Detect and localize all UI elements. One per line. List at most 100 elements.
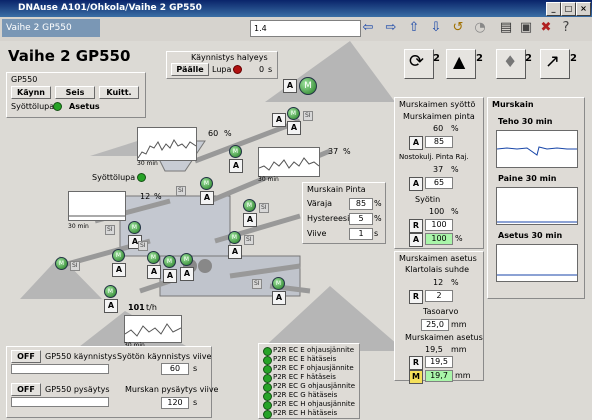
si-badge-3: SI — [259, 203, 269, 213]
hysteresis-value[interactable]: 5 — [349, 213, 373, 225]
crusher-level-panel: Murskain Pinta Väraja 85 % Hystereesi 5 … — [302, 182, 386, 244]
power-trend-chart[interactable] — [496, 130, 578, 168]
motor-8-icon[interactable]: M — [147, 251, 160, 264]
mode-a-top[interactable]: A — [283, 79, 297, 93]
set-m-badge[interactable]: M — [409, 370, 423, 384]
set-r-badge[interactable]: R — [409, 290, 423, 304]
arrow-down-icon[interactable]: ⇩ — [428, 20, 444, 36]
feed-level-label: Murskaimen pinta — [403, 112, 475, 121]
feed-a1-value[interactable]: 85 — [425, 136, 453, 148]
motor-10-icon[interactable]: M — [180, 253, 193, 266]
cycle-button[interactable]: ⟳ — [404, 49, 434, 79]
bell-button[interactable]: ♦ — [496, 49, 526, 79]
close-button[interactable]: × — [576, 2, 591, 16]
setting-trend-line — [497, 274, 577, 276]
mode-a-13[interactable]: A — [272, 291, 286, 305]
feed-a2-value[interactable]: 65 — [425, 177, 453, 189]
feed-a3-value[interactable]: 100 — [425, 233, 453, 245]
set-r-value[interactable]: 2 — [425, 290, 453, 302]
help-icon[interactable]: ? — [558, 20, 574, 36]
alarm-button[interactable]: ▲ — [446, 49, 476, 79]
motor-4-icon[interactable]: M — [243, 199, 256, 212]
limit-value[interactable]: 85 — [349, 198, 373, 210]
p2r-led-icon — [263, 410, 272, 419]
motor-2-icon[interactable]: M — [229, 145, 242, 158]
si-badge-1: SI — [303, 111, 313, 121]
mode-a-6[interactable]: A — [228, 245, 242, 259]
target-value[interactable]: 25,0 — [421, 319, 449, 331]
start-sequence-off[interactable]: OFF — [11, 350, 41, 363]
maximize-button[interactable]: □ — [561, 2, 576, 16]
limit-unit: % — [374, 199, 382, 208]
motor-1-icon[interactable]: M — [287, 107, 300, 120]
pressure-trend-chart[interactable] — [496, 187, 578, 225]
trend-chart-2[interactable] — [258, 147, 320, 177]
setting-trend-chart[interactable] — [496, 244, 578, 282]
crusher-stop-delay-value[interactable]: 120 — [161, 397, 189, 409]
motor-7-icon[interactable]: M — [112, 249, 125, 262]
motor-12-icon[interactable]: M — [104, 285, 117, 298]
mode-a-1[interactable]: A — [272, 113, 286, 127]
feed-start-delay-value[interactable]: 60 — [161, 363, 189, 375]
trend-chart-3[interactable] — [68, 191, 126, 221]
mode-a-12[interactable]: A — [104, 299, 118, 313]
mode-a-4[interactable]: A — [200, 191, 214, 205]
minimize-button[interactable]: _ — [546, 2, 561, 16]
stop-sequence-progress — [11, 397, 109, 407]
trend-chart-4[interactable] — [124, 315, 182, 343]
motor-13-icon[interactable]: M — [272, 277, 285, 290]
feed-r-badge[interactable]: R — [409, 219, 423, 233]
save-icon[interactable]: ▣ — [518, 20, 534, 36]
mode-a-3[interactable]: A — [229, 159, 243, 173]
motor-11-icon[interactable]: M — [55, 257, 68, 270]
history-icon[interactable]: ↺ — [450, 20, 466, 36]
close-view-icon[interactable]: ✖ — [538, 20, 554, 36]
view-title-tab[interactable]: Vaihe 2 GP550 — [2, 19, 100, 37]
mode-a-11[interactable]: A — [180, 267, 194, 281]
motor-3-icon[interactable]: M — [200, 177, 213, 190]
feed-a3-badge[interactable]: A — [409, 233, 423, 247]
delay-value[interactable]: 1 — [349, 228, 373, 240]
trend-3-time: 30 min — [68, 223, 89, 230]
feed-level-value: 60 — [433, 124, 444, 133]
trend-2-value: 37 — [328, 147, 339, 156]
limit-label: Väraja — [307, 199, 333, 208]
start-button[interactable]: Käynn — [11, 86, 51, 99]
set-r2-badge[interactable]: R — [409, 356, 423, 370]
flow-unit: t/h — [146, 303, 157, 312]
feed-a1-badge[interactable]: A — [409, 136, 423, 150]
acknowledge-button[interactable]: Kuitt. — [99, 86, 139, 99]
mode-a-8[interactable]: A — [112, 263, 126, 277]
arrow-up-icon[interactable]: ⇧ — [406, 20, 422, 36]
mode-a-9[interactable]: A — [147, 265, 161, 279]
mode-a-2[interactable]: A — [287, 121, 301, 135]
print-icon[interactable]: ▤ — [498, 20, 514, 36]
crusher-stop-delay-label: Murskan pysäytys viive — [125, 385, 219, 394]
arrow-left-icon[interactable]: ⇦ — [360, 20, 376, 36]
motor-9-icon[interactable]: M — [163, 255, 176, 268]
startup-alarm-unit: s — [268, 65, 273, 74]
startup-alarm-state[interactable]: Päälle — [171, 63, 209, 76]
hysteresis-label: Hystereesi — [307, 214, 350, 223]
arrow-right-icon[interactable]: ⇨ — [383, 20, 399, 36]
set-m-value[interactable]: 19,7 — [425, 370, 453, 382]
stop-sequence-off[interactable]: OFF — [11, 383, 41, 396]
trend-button[interactable]: ↗ — [540, 49, 570, 79]
clock-icon[interactable]: ◔ — [472, 20, 488, 36]
crusher-level-title: Murskain Pinta — [307, 185, 366, 194]
set-r2-value[interactable]: 19,5 — [425, 356, 453, 368]
mode-a-10[interactable]: A — [163, 269, 177, 283]
trend-chart-1[interactable] — [137, 127, 197, 161]
feed-a2-badge[interactable]: A — [409, 177, 423, 191]
feed-r-value[interactable]: 100 — [425, 219, 453, 231]
view-field[interactable]: 1.4 — [250, 20, 361, 37]
motor-top-icon[interactable]: M — [299, 77, 317, 95]
motor-5-icon[interactable]: M — [228, 231, 241, 244]
motor-6-icon[interactable]: M — [128, 221, 141, 234]
mode-a-5[interactable]: A — [243, 213, 257, 227]
stop-button[interactable]: Seis — [55, 86, 95, 99]
bell-icon: ♦ — [503, 52, 518, 71]
p2r-item: P2R EC H hätäseis — [273, 409, 338, 417]
stop-sequence-label: GP550 pysäytys — [45, 385, 110, 394]
power-trend-label: Teho 30 min — [498, 117, 553, 126]
